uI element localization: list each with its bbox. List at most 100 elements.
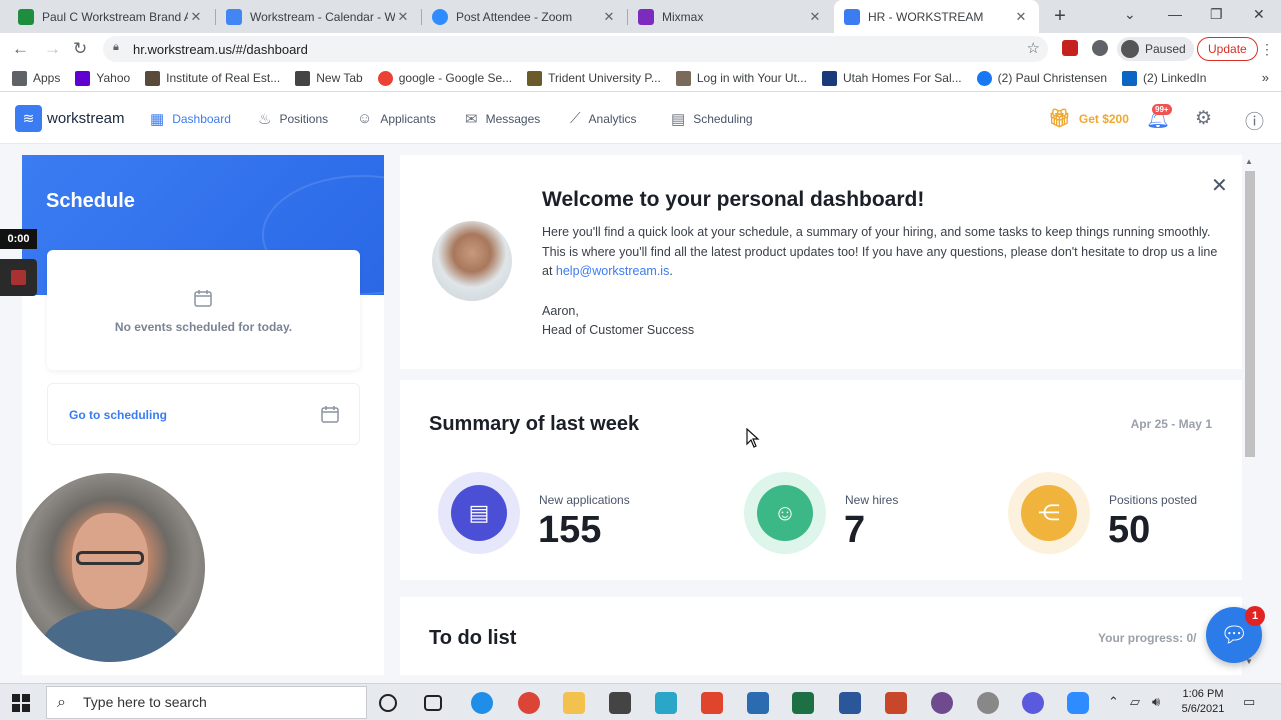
reload-icon[interactable]: ↻ — [73, 39, 87, 59]
excel-icon[interactable] — [792, 692, 814, 714]
file-explorer-icon[interactable] — [563, 692, 585, 714]
cortana-icon[interactable] — [379, 694, 397, 712]
store-icon[interactable] — [609, 692, 631, 714]
google-icon — [377, 70, 393, 86]
nav-dashboard[interactable]: ▦ Dashboard — [150, 110, 231, 128]
bookmarks-overflow-icon[interactable]: » — [1262, 70, 1269, 85]
signoff-role: Head of Customer Success — [542, 323, 695, 337]
chrome-icon[interactable] — [518, 692, 540, 714]
profile-button[interactable]: Paused — [1117, 37, 1194, 61]
bookmark-yahoo[interactable]: Yahoo — [75, 70, 130, 86]
bookmark-apps[interactable]: Apps — [12, 70, 60, 86]
mail-icon[interactable] — [747, 692, 769, 714]
help-email-link[interactable]: help@workstream.is — [556, 264, 669, 278]
bookmark-login[interactable]: Log in with Your Ut... — [675, 70, 807, 86]
events-panel: No events scheduled for today. — [47, 250, 360, 370]
browser-tab-zoom[interactable]: Post Attendee - Zoom ✕ — [422, 0, 627, 33]
bookmark-linkedin[interactable]: (2) LinkedIn — [1122, 70, 1206, 86]
bookmark-trident[interactable]: Trident University P... — [527, 70, 661, 86]
new-tab-icon[interactable]: + — [1050, 6, 1070, 26]
page-scrollbar[interactable]: ▲ ▼ — [1244, 157, 1256, 667]
recording-timer: 0:00 — [0, 229, 37, 249]
address-bar-row: ← → ↻ 🔒︎ hr.workstream.us/#/dashboard ☆ … — [0, 33, 1281, 65]
bookmark-facebook[interactable]: (2) Paul Christensen — [976, 70, 1107, 86]
no-events-text: No events scheduled for today. — [114, 320, 293, 334]
browser-tab-sheets[interactable]: Paul C Workstream Brand Ac ✕ — [8, 0, 214, 33]
l-app-icon[interactable] — [655, 692, 677, 714]
taskbar-clock[interactable]: 1:06 PM 5/6/2021 — [1178, 687, 1228, 717]
edge-icon[interactable] — [471, 692, 493, 714]
window-close-icon[interactable]: ✕ — [1253, 6, 1265, 23]
network-icon[interactable]: ▱ — [1130, 694, 1140, 710]
extensions-puzzle-icon[interactable] — [1092, 40, 1108, 56]
gear-icon[interactable]: ⚙ — [1195, 107, 1212, 130]
chat-icon: ✉ — [465, 111, 478, 128]
close-tab-icon[interactable]: ✕ — [601, 9, 617, 25]
mixmax-favicon-icon — [638, 8, 654, 25]
menu-kebab-icon[interactable]: ⋮ — [1260, 41, 1274, 58]
red-app-icon[interactable] — [701, 692, 723, 714]
stop-recording-button[interactable] — [0, 259, 37, 296]
help-icon[interactable]: ⓘ — [1245, 107, 1264, 134]
url-bar[interactable]: 🔒︎ hr.workstream.us/#/dashboard ☆ — [103, 36, 1048, 62]
app-header: ≋ workstream ▦ Dashboard ♨ Positions ☺ A… — [0, 92, 1281, 207]
linkedin-icon — [1122, 70, 1138, 86]
tab-search-icon[interactable]: ⌄ — [1124, 6, 1136, 23]
grid-icon: ▦ — [150, 111, 165, 128]
powerpoint-icon[interactable] — [885, 692, 907, 714]
app-icon[interactable] — [977, 692, 999, 714]
nav-positions[interactable]: ♨ Positions — [258, 110, 328, 128]
close-tab-icon[interactable]: ✕ — [395, 9, 411, 25]
nav-applicants[interactable]: ☺ Applicants — [357, 110, 436, 127]
close-tab-icon[interactable]: ✕ — [1013, 9, 1029, 25]
gear-app-icon[interactable] — [1022, 692, 1044, 714]
bookmark-star-icon[interactable]: ☆ — [1027, 39, 1040, 57]
back-icon[interactable]: ← — [12, 39, 29, 59]
word-icon[interactable] — [839, 692, 861, 714]
person-icon: ☺ — [357, 110, 373, 127]
mouse-cursor-icon — [746, 428, 760, 448]
nav-scheduling[interactable]: ▤ Scheduling — [671, 110, 753, 128]
go-to-scheduling-link[interactable]: Go to scheduling — [69, 408, 167, 422]
browser-tab-mixmax[interactable]: Mixmax ✕ — [628, 0, 833, 33]
aaron-avatar — [432, 221, 512, 301]
volume-icon[interactable]: 🔊︎ — [1152, 694, 1160, 710]
scroll-up-icon[interactable]: ▲ — [1245, 157, 1253, 166]
restore-icon[interactable]: ❐ — [1210, 6, 1223, 23]
windows-taskbar: ⌕ Type here to search ⌃ ▱ 🔊︎ 1:06 PM 5/6… — [0, 683, 1281, 720]
key-icon — [675, 70, 691, 86]
close-tab-icon[interactable]: ✕ — [188, 9, 204, 25]
stop-icon — [11, 270, 26, 285]
workstream-logo[interactable]: ≋ workstream — [15, 105, 125, 132]
go-to-scheduling-row[interactable]: Go to scheduling — [47, 383, 360, 445]
referral-reward-button[interactable]: 🎁︎ Get $200 — [1048, 108, 1129, 129]
minimize-icon[interactable]: — — [1168, 6, 1182, 22]
nav-analytics[interactable]: ⟋ Analytics — [570, 110, 637, 127]
logo-mark-icon: ≋ — [15, 105, 42, 132]
tray-chevron-icon[interactable]: ⌃ — [1108, 694, 1119, 710]
zoom-icon[interactable] — [1067, 692, 1089, 714]
bookmark-institute[interactable]: Institute of Real Est... — [145, 70, 280, 86]
slack-icon[interactable] — [931, 692, 953, 714]
forward-icon[interactable]: → — [44, 39, 61, 59]
browser-tab-calendar[interactable]: Workstream - Calendar - We ✕ — [216, 0, 421, 33]
update-button[interactable]: Update — [1197, 37, 1258, 61]
task-view-icon[interactable] — [424, 695, 442, 711]
notifications-icon[interactable]: ▭ — [1243, 694, 1255, 710]
avatar — [1121, 40, 1139, 58]
lock-icon: 🔒︎ — [113, 41, 119, 53]
close-icon[interactable]: ✕ — [1211, 173, 1228, 198]
browser-tab-workstream[interactable]: HR - WORKSTREAM ✕ — [834, 0, 1039, 33]
windows-start-icon[interactable] — [12, 694, 30, 712]
yahoo-icon — [75, 70, 91, 86]
scrollbar-thumb[interactable] — [1245, 171, 1255, 457]
nav-messages[interactable]: ✉ Messages — [465, 110, 540, 128]
bookmark-google[interactable]: google - Google Se... — [377, 70, 512, 86]
taskbar-search-input[interactable]: ⌕ Type here to search — [46, 686, 367, 719]
bookmark-utah-homes[interactable]: Utah Homes For Sal... — [821, 70, 962, 86]
pdf-extension-icon[interactable] — [1062, 40, 1078, 56]
bookmark-new-tab[interactable]: New Tab — [295, 70, 363, 86]
summary-card: Summary of last week Apr 25 - May 1 ▤ Ne… — [400, 380, 1242, 580]
close-tab-icon[interactable]: ✕ — [807, 9, 823, 25]
webcam-overlay[interactable] — [16, 473, 205, 662]
